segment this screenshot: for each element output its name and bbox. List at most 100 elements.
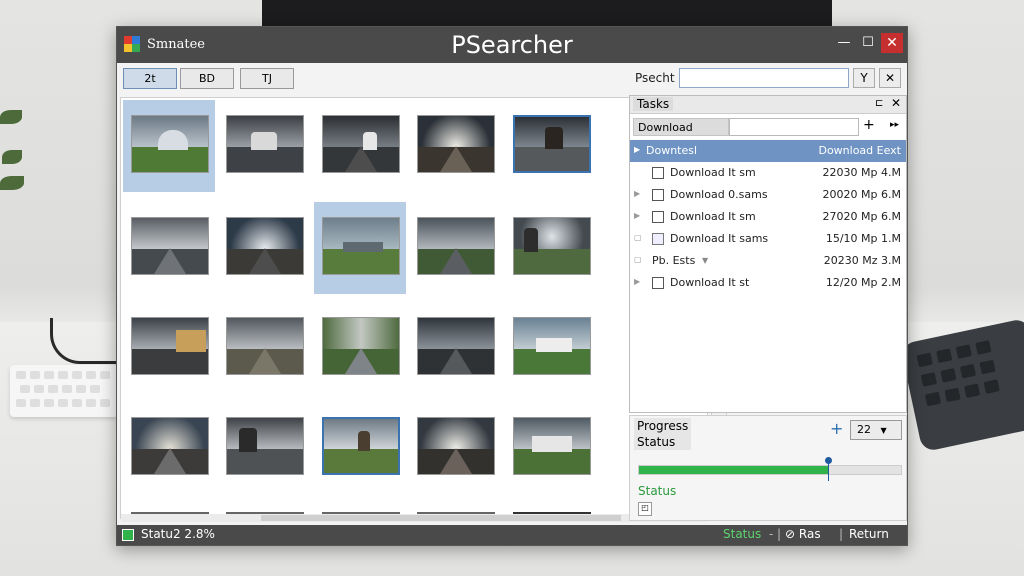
status-bar: Statu2 2.8% Status - | ⊘ Ras | Return (117, 525, 907, 545)
expand-arrow-icon[interactable]: ▶ (634, 277, 640, 286)
task-meta: 15/10 Mp 1.M (825, 232, 901, 245)
task-row[interactable]: Download It sm 22030 Mp 4.M (630, 162, 906, 184)
search-input[interactable] (679, 68, 849, 88)
chevron-down-icon[interactable]: ▼ (702, 256, 708, 265)
download-input[interactable] (729, 118, 859, 136)
minimize-button[interactable]: — (833, 33, 855, 53)
expand-box-icon[interactable]: ▢ (634, 233, 642, 242)
thumbnail-cell[interactable] (123, 100, 215, 192)
progress-handle[interactable] (824, 457, 832, 481)
search-label: Psecht (635, 71, 675, 85)
photo-thumbnail (131, 115, 209, 173)
return-button[interactable]: Return (849, 527, 889, 541)
thumbnail-cell[interactable] (409, 202, 501, 294)
photo-thumbnail (322, 417, 400, 475)
grid-horizontal-scrollbar[interactable] (121, 514, 707, 522)
thumbnail-cell[interactable] (505, 402, 597, 494)
task-name: Download It sams (670, 232, 769, 245)
pin-icon[interactable]: ⊏ (875, 98, 883, 109)
document-icon (652, 233, 664, 245)
add-task-icon[interactable]: + (863, 117, 875, 133)
photo-thumbnail (513, 317, 591, 375)
thumbnail-cell[interactable] (505, 302, 597, 394)
task-name: Download It sm (670, 210, 756, 223)
tasks-title: Tasks (633, 97, 674, 111)
task-meta: 20020 Mp 6.M (822, 188, 901, 201)
toolbar-button-2[interactable]: BD (180, 68, 234, 89)
status-left-text: Statu2 2.8% (141, 527, 215, 541)
thumbnail-cell[interactable] (409, 402, 501, 494)
more-icon[interactable]: ▸▸ (890, 120, 899, 130)
progress-label-line1: Progress (637, 419, 689, 433)
thumbnail-cell[interactable] (123, 402, 215, 494)
clock-icon: ⊘ (785, 527, 796, 541)
toolbar-button-3[interactable]: TJ (240, 68, 294, 89)
thumbnail-cell[interactable] (218, 202, 310, 294)
task-meta: 27020 Mp 6.M (822, 210, 901, 223)
status-divider: | (777, 527, 782, 541)
ras-button[interactable]: ⊘ Ras (785, 527, 821, 541)
thumbnail-cell[interactable] (409, 100, 501, 192)
thumbnail-grid (120, 97, 708, 519)
task-meta: 12/20 Mp 2.M (825, 276, 901, 289)
download-combo[interactable]: Download (633, 118, 729, 136)
thumbnail-cell[interactable] (314, 202, 406, 294)
task-meta: 22030 Mp 4.M (822, 166, 901, 179)
expand-arrow-icon[interactable]: ▶ (634, 211, 640, 220)
progress-status-text: Status (638, 484, 677, 498)
thumbnail-cell[interactable] (218, 402, 310, 494)
task-checkbox[interactable] (652, 277, 664, 289)
thumbnail-cell[interactable] (409, 302, 501, 394)
task-checkbox[interactable] (652, 167, 664, 179)
task-row[interactable]: ▢ Download It sams 15/10 Mp 1.M (630, 228, 906, 250)
task-name: Download It sm (670, 166, 756, 179)
photo-thumbnail (131, 217, 209, 275)
photo-thumbnail (417, 217, 495, 275)
task-row[interactable]: ▢ Pb. Ests ▼ 20230 Mz 3.M (630, 250, 906, 272)
progress-select-value: 22 (857, 423, 871, 436)
thumbnail-cell[interactable] (505, 202, 597, 294)
thumbnail-cell[interactable] (218, 302, 310, 394)
expand-arrow-icon[interactable]: ▶ (634, 189, 640, 198)
task-row[interactable]: ▶ Download It st 12/20 Mp 2.M (630, 272, 906, 294)
task-meta: Download Eext (818, 144, 901, 157)
title-bar: Smnatee PSearcher — ☐ ✕ (117, 27, 907, 63)
task-name: Download It st (670, 276, 750, 289)
photo-thumbnail (417, 317, 495, 375)
status-divider: | (839, 527, 844, 541)
thumbnail-cell[interactable] (314, 100, 406, 192)
thumbnail-cell[interactable] (123, 302, 215, 394)
photo-thumbnail (131, 417, 209, 475)
progress-panel: Progress Status + 22 ▼ Status ◰ (629, 415, 907, 521)
add-icon[interactable]: + (830, 419, 843, 438)
resize-grip-icon[interactable]: ◰ (638, 502, 652, 516)
toolbar-button-1[interactable]: 2t (123, 68, 177, 89)
task-row[interactable]: ▶ Download 0.sams 20020 Mp 6.M (630, 184, 906, 206)
close-window-button[interactable]: ✕ (881, 33, 903, 53)
thumbnail-cell[interactable] (314, 302, 406, 394)
progress-select[interactable]: 22 ▼ (850, 420, 902, 440)
photo-thumbnail (417, 417, 495, 475)
expand-arrow-icon[interactable]: ▶ (634, 145, 640, 154)
progress-bar[interactable] (638, 457, 902, 481)
task-checkbox[interactable] (652, 211, 664, 223)
task-name: Downtesl (646, 144, 698, 157)
maximize-button[interactable]: ☐ (857, 33, 879, 53)
task-row[interactable]: ▶ Download It sm 27020 Mp 6.M (630, 206, 906, 228)
thumbnail-cell[interactable] (218, 100, 310, 192)
task-checkbox[interactable] (652, 189, 664, 201)
task-row[interactable]: ▶ Downtesl Download Eext (630, 140, 906, 162)
monitor-bezel (262, 0, 832, 26)
progress-fill (639, 466, 828, 474)
status-indicator[interactable]: Status (723, 527, 761, 541)
search-clear-button[interactable]: ✕ (879, 68, 901, 88)
thumbnail-cell[interactable] (505, 100, 597, 192)
search-filter-button[interactable]: Y (853, 68, 875, 88)
thumbnail-cell[interactable] (314, 402, 406, 494)
horizontal-scroll-thumb[interactable] (261, 515, 621, 521)
close-panel-icon[interactable]: ✕ (891, 96, 901, 110)
progress-label-line2: Status (637, 435, 676, 449)
expand-box-icon[interactable]: ▢ (634, 255, 642, 264)
photo-thumbnail (513, 115, 591, 173)
thumbnail-cell[interactable] (123, 202, 215, 294)
